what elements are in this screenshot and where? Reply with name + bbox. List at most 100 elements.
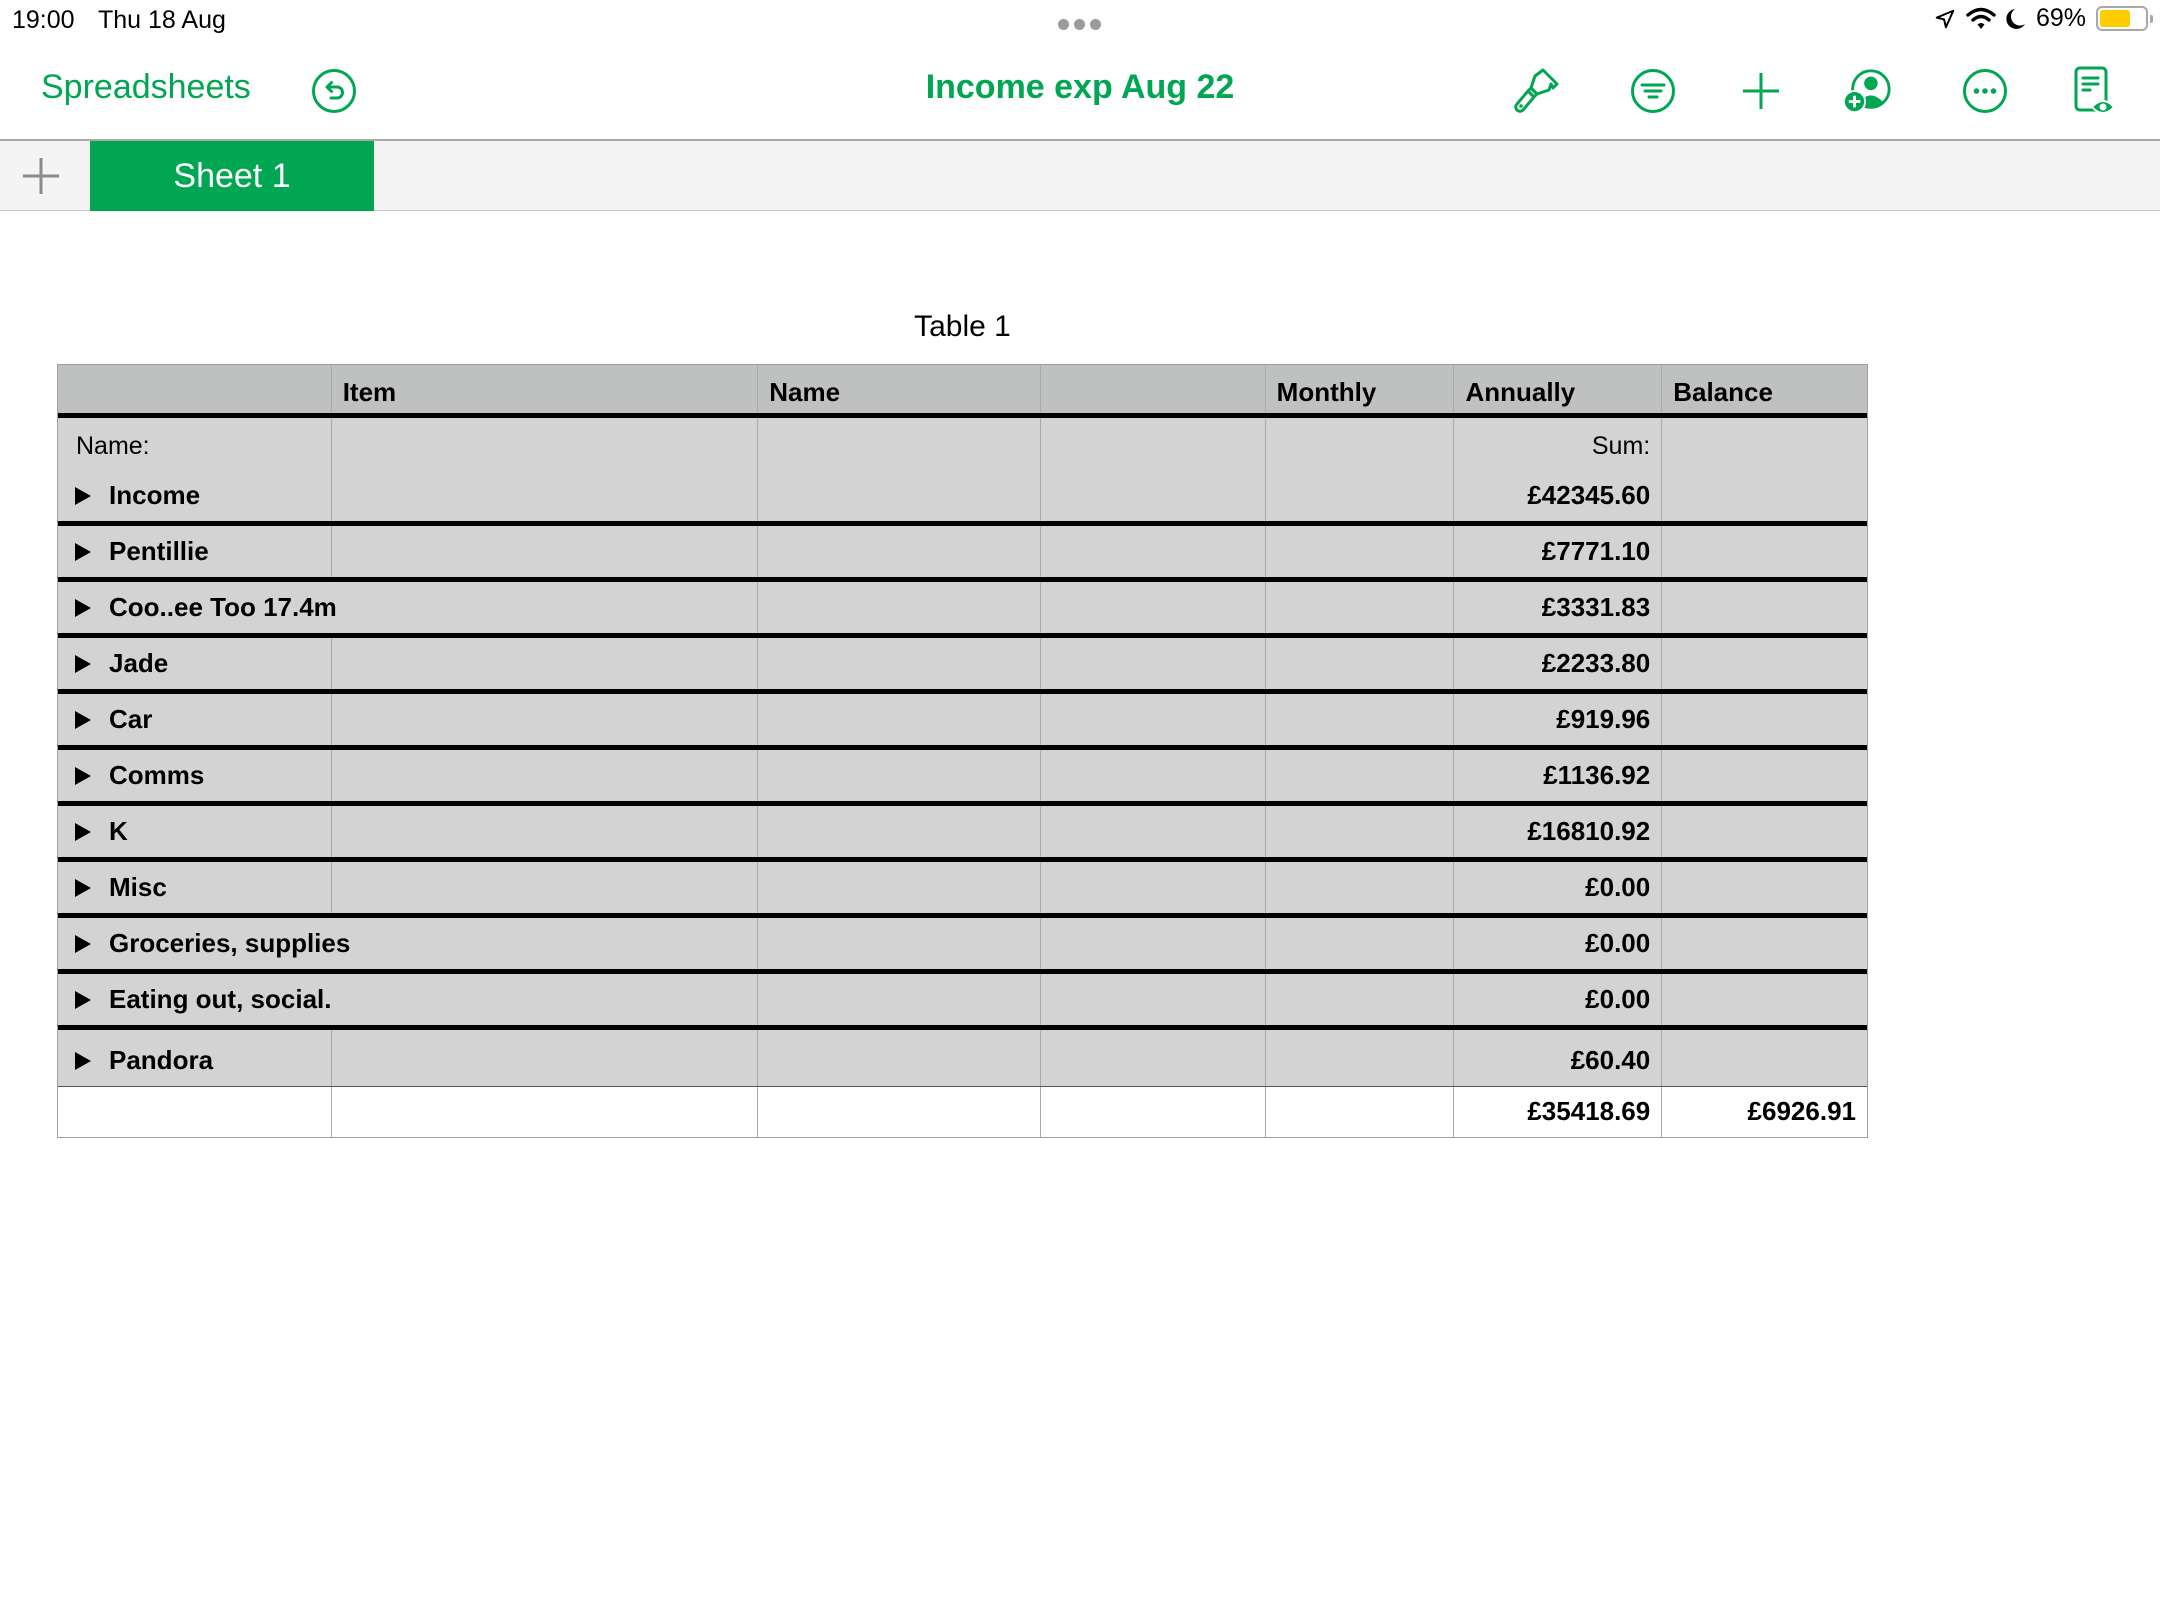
table-cell[interactable]	[758, 974, 1041, 1025]
header-cell[interactable]	[1041, 365, 1266, 413]
table-cell[interactable]	[1266, 918, 1455, 969]
table-cell[interactable]	[1266, 806, 1455, 857]
balance-cell[interactable]	[1662, 918, 1867, 969]
header-cell-item[interactable]: Item	[332, 365, 759, 413]
annually-cell[interactable]: £2233.80	[1454, 638, 1663, 689]
disclosure-triangle-icon[interactable]	[75, 822, 91, 841]
table-cell[interactable]	[1041, 418, 1266, 521]
balance-cell[interactable]	[1662, 1030, 1867, 1086]
table-cell[interactable]	[332, 918, 759, 969]
table-cell[interactable]	[758, 638, 1041, 689]
table-cell[interactable]	[332, 974, 759, 1025]
disclosure-triangle-icon[interactable]	[75, 878, 91, 897]
category-cell[interactable]: Misc	[58, 862, 332, 913]
category-disclosure[interactable]: Pentillie	[75, 536, 209, 567]
table-cell[interactable]	[1266, 974, 1455, 1025]
footer-cell[interactable]	[1266, 1087, 1455, 1137]
balance-cell[interactable]	[1662, 806, 1867, 857]
more-button[interactable]	[1960, 66, 2010, 116]
table-cell[interactable]	[1266, 694, 1455, 745]
category-cell[interactable]: Comms	[58, 750, 332, 801]
table-cell[interactable]	[1041, 974, 1266, 1025]
insert-button[interactable]	[1736, 66, 1786, 116]
annually-cell[interactable]: £919.96	[1454, 694, 1663, 745]
table-cell[interactable]	[332, 1030, 759, 1086]
footer-cell[interactable]	[332, 1087, 759, 1137]
table-cell[interactable]	[332, 694, 759, 745]
annually-cell[interactable]: £1136.92	[1454, 750, 1663, 801]
disclosure-triangle-icon[interactable]	[75, 598, 91, 617]
balance-cell[interactable]	[1662, 638, 1867, 689]
category-disclosure[interactable]: Misc	[75, 872, 167, 903]
header-cell-annually[interactable]: Annually	[1454, 365, 1663, 413]
category-cell[interactable]: Pandora	[58, 1030, 332, 1086]
category-disclosure[interactable]: Pandora	[75, 1045, 213, 1076]
category-cell[interactable]: K	[58, 806, 332, 857]
reader-view-button[interactable]	[2070, 66, 2120, 116]
table-cell[interactable]	[1266, 862, 1455, 913]
table-cell[interactable]	[758, 806, 1041, 857]
annually-cell[interactable]: Sum: £42345.60	[1454, 418, 1663, 521]
document-title[interactable]: Income exp Aug 22	[926, 68, 1235, 106]
category-cell[interactable]: Coo..ee Too 17.4m	[58, 582, 337, 633]
annually-cell[interactable]: £16810.92	[1454, 806, 1663, 857]
table-cell[interactable]	[332, 418, 759, 521]
disclosure-triangle-icon[interactable]	[75, 542, 91, 561]
table-cell[interactable]	[1041, 918, 1266, 969]
header-cell[interactable]	[58, 365, 332, 413]
disclosure-triangle-icon[interactable]	[75, 1051, 91, 1070]
category-disclosure[interactable]: K	[75, 816, 128, 847]
category-disclosure[interactable]: Comms	[75, 760, 204, 791]
balance-cell[interactable]	[1662, 862, 1867, 913]
disclosure-triangle-icon[interactable]	[75, 934, 91, 953]
organize-button[interactable]	[1628, 66, 1678, 116]
tab-sheet-1[interactable]: Sheet 1	[90, 141, 374, 211]
table-cell[interactable]	[758, 526, 1041, 577]
table-cell[interactable]	[1041, 806, 1266, 857]
table-cell[interactable]	[1266, 582, 1455, 633]
format-button[interactable]	[1513, 66, 1563, 116]
table-cell[interactable]	[332, 862, 759, 913]
category-disclosure[interactable]: Jade	[75, 648, 168, 679]
annually-cell[interactable]: £0.00	[1454, 862, 1663, 913]
disclosure-triangle-icon[interactable]	[75, 486, 91, 505]
category-cell[interactable]: Car	[58, 694, 332, 745]
table-cell[interactable]	[758, 918, 1041, 969]
table-cell[interactable]	[1266, 638, 1455, 689]
header-cell-name[interactable]: Name	[758, 365, 1041, 413]
annually-cell[interactable]: £3331.83	[1454, 582, 1663, 633]
annually-cell[interactable]: £60.40	[1454, 1030, 1663, 1086]
header-cell-balance[interactable]: Balance	[1662, 365, 1867, 413]
table-cell[interactable]	[758, 1030, 1041, 1086]
category-cell[interactable]: Pentillie	[58, 526, 332, 577]
table-cell[interactable]	[1041, 582, 1266, 633]
balance-cell[interactable]	[1662, 526, 1867, 577]
table-cell[interactable]	[1041, 638, 1266, 689]
disclosure-triangle-icon[interactable]	[75, 766, 91, 785]
annually-cell[interactable]: £7771.10	[1454, 526, 1663, 577]
category-cell[interactable]: Groceries, supplies	[58, 918, 350, 969]
annually-cell[interactable]: £0.00	[1454, 974, 1663, 1025]
table-cell[interactable]	[332, 638, 759, 689]
collaborate-button[interactable]	[1843, 66, 1893, 116]
multitasking-handle[interactable]	[1058, 19, 1101, 30]
table-cell[interactable]	[332, 750, 759, 801]
category-disclosure[interactable]: Coo..ee Too 17.4m	[75, 592, 337, 623]
table-cell[interactable]	[1041, 1030, 1266, 1086]
footer-cell[interactable]	[758, 1087, 1041, 1137]
table-cell[interactable]	[758, 750, 1041, 801]
balance-cell[interactable]	[1662, 694, 1867, 745]
table-cell[interactable]	[1041, 862, 1266, 913]
table-cell[interactable]	[758, 862, 1041, 913]
category-cell[interactable]: Eating out, social.	[58, 974, 332, 1025]
table-cell[interactable]	[332, 526, 759, 577]
add-sheet-button[interactable]	[20, 155, 62, 197]
category-disclosure[interactable]: Eating out, social.	[75, 984, 331, 1015]
header-cell-monthly[interactable]: Monthly	[1266, 365, 1455, 413]
balance-cell[interactable]	[1662, 750, 1867, 801]
table-cell[interactable]	[758, 582, 1041, 633]
category-disclosure[interactable]: Income	[75, 480, 200, 511]
disclosure-triangle-icon[interactable]	[75, 654, 91, 673]
undo-button[interactable]	[311, 68, 357, 114]
table-cell[interactable]	[1266, 750, 1455, 801]
